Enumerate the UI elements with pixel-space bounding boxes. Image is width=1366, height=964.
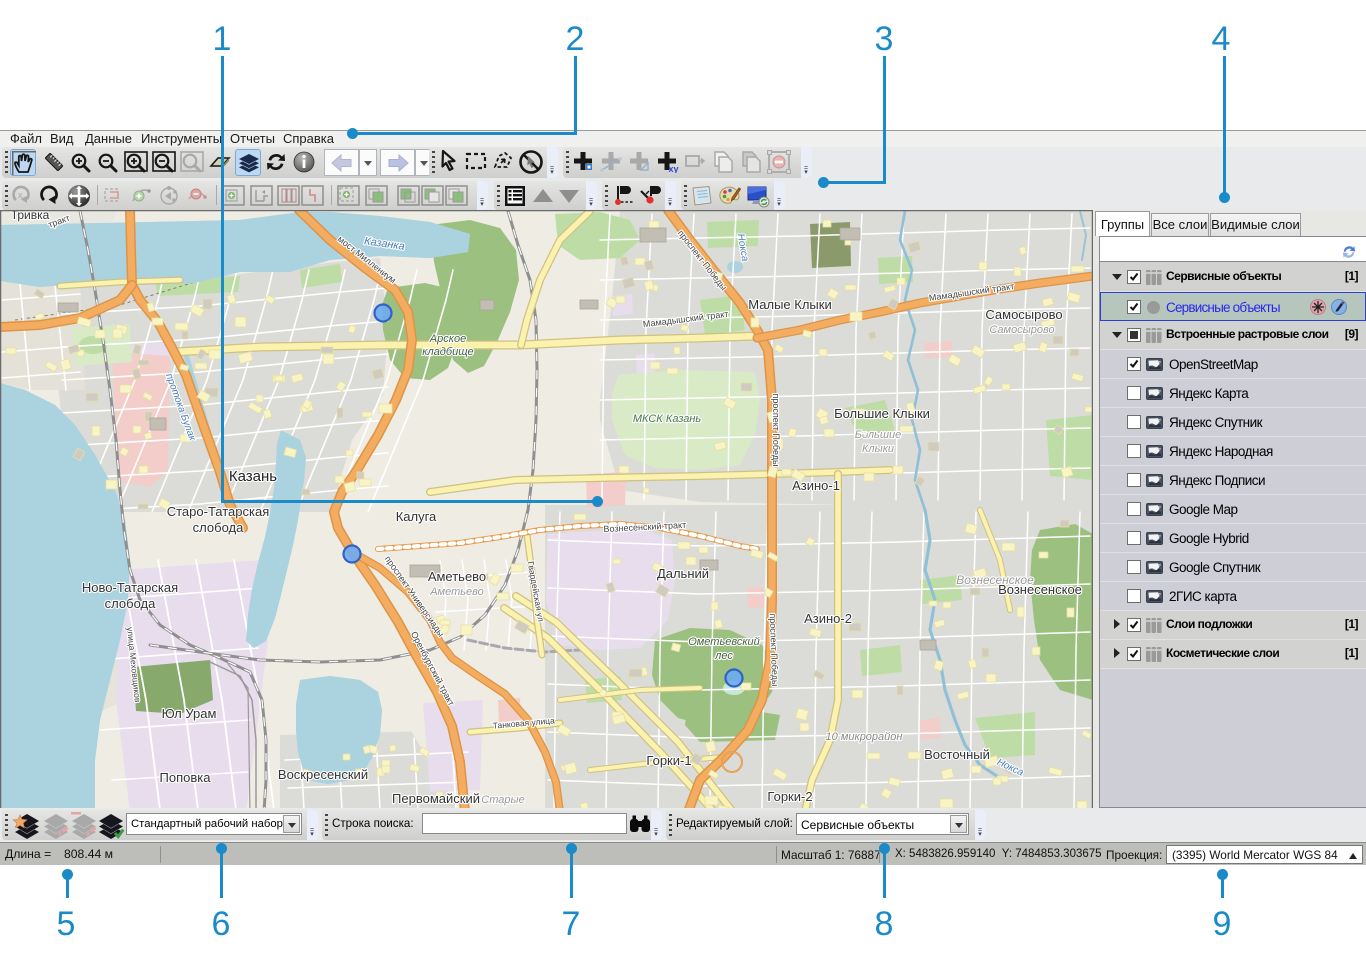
svg-text:Клыки: Клыки (862, 443, 894, 455)
svg-text:Казань: Казань (229, 468, 277, 485)
svg-text:Азино-1: Азино-1 (792, 478, 840, 493)
svg-text:10 микрорайон: 10 микрорайон (826, 731, 903, 743)
svg-text:Большие: Большие (862, 432, 867, 434)
svg-text:слобода: слобода (105, 596, 156, 611)
svg-text:Воскресенский: Воскресенский (278, 767, 368, 782)
svg-text:Азино-2: Азино-2 (804, 611, 852, 626)
svg-text:Аметьево: Аметьево (428, 569, 486, 584)
svg-text:x: x (18, 190, 23, 200)
svg-text:Тривка: Тривка (11, 210, 50, 222)
svg-text:Большие Клыки: Большие Клыки (834, 406, 930, 421)
svg-text:МКСК Казань: МКСК Казань (633, 413, 702, 425)
svg-text:Поповка: Поповка (160, 770, 212, 785)
svg-text:Самосырово: Самосырово (989, 324, 1054, 336)
svg-text:Вознесенское: Вознесенское (998, 582, 1082, 597)
svg-text:Горки-2: Горки-2 (767, 789, 812, 804)
svg-text:Калуга: Калуга (396, 509, 437, 524)
svg-text:Малые Клыки: Малые Клыки (748, 297, 831, 312)
svg-text:Первомайский: Первомайский (392, 791, 480, 806)
svg-text:Горки-1: Горки-1 (646, 753, 691, 768)
svg-text:Ново-Татарская: Ново-Татарская (82, 580, 178, 595)
svg-text:Дальний: Дальний (657, 566, 709, 581)
svg-text:Арское: Арское (429, 333, 466, 345)
svg-text:Юл Урам: Юл Урам (162, 706, 217, 721)
svg-text:Аметьево: Аметьево (429, 586, 484, 598)
svg-text:проспект Победы: проспект Победы (771, 394, 781, 467)
svg-text:кладбище: кладбище (422, 346, 473, 358)
svg-text:Большие: Большие (855, 429, 901, 441)
svg-text:лес: лес (714, 650, 733, 662)
svg-text:Ометьевский: Ометьевский (688, 636, 760, 648)
svg-text:слобода: слобода (193, 520, 244, 535)
svg-text:Старо-Татарская: Старо-Татарская (167, 504, 270, 519)
svg-text:xy: xy (669, 164, 679, 173)
svg-text:Старые: Старые (481, 794, 524, 806)
svg-text:Восточный: Восточный (924, 747, 990, 762)
svg-text:Самосырово: Самосырово (985, 307, 1062, 322)
